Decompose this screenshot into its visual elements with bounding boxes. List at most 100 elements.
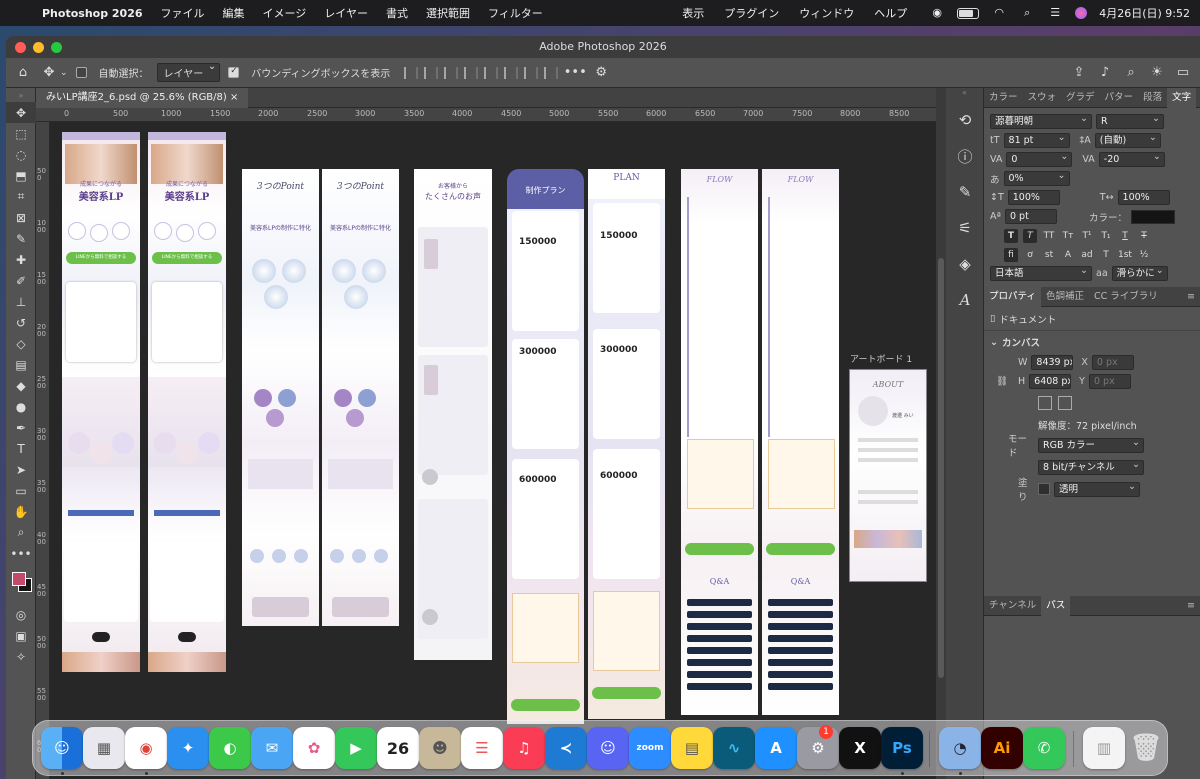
downloads-folder-icon[interactable]: ▥ <box>1083 727 1125 769</box>
eraser-tool[interactable]: ◇ <box>6 333 36 354</box>
healing-brush-tool[interactable]: ✚ <box>6 249 36 270</box>
menu-plugins[interactable]: プラグイン <box>724 5 779 21</box>
contacts-icon[interactable]: ☻ <box>419 727 461 769</box>
brush-settings-icon[interactable]: ✎ <box>946 174 984 210</box>
distribute-h-icon[interactable] <box>464 66 479 79</box>
artboard-name-label[interactable]: アートボード 1 <box>850 352 912 365</box>
illustrator-icon[interactable]: Ai <box>981 727 1023 769</box>
history-brush-tool[interactable]: ↺ <box>6 312 36 333</box>
reminders-icon[interactable]: ☰ <box>461 727 503 769</box>
zoom-window-button[interactable] <box>51 42 62 53</box>
tab-channels[interactable]: チャンネル <box>984 596 1041 616</box>
gradient-tool[interactable]: ▤ <box>6 354 36 375</box>
distribute-v-icon[interactable] <box>544 66 559 79</box>
vscode-icon[interactable]: ≺ <box>545 727 587 769</box>
info-icon[interactable]: ⓘ <box>946 138 984 174</box>
safari-icon[interactable]: ✦ <box>167 727 209 769</box>
artboard-points-1[interactable]: 3つのPoint 美容系LPの制作に特化 <box>242 169 319 626</box>
object-select-tool[interactable]: ⬒ <box>6 165 36 186</box>
canvas-y-field[interactable]: 0 px <box>1088 374 1131 389</box>
vertical-scale-field[interactable]: 100% <box>1007 190 1060 205</box>
tab-adjustments[interactable]: 色調補正 <box>1041 287 1089 307</box>
adjustments-icon[interactable]: ⚟ <box>946 210 984 246</box>
wifi-icon[interactable]: ◠ <box>991 7 1007 19</box>
canvas-height-field[interactable]: 6408 px <box>1029 374 1072 389</box>
fill-swatch[interactable] <box>1038 483 1050 495</box>
hand-tool[interactable]: ✋ <box>6 501 36 522</box>
type-tool[interactable]: T <box>6 438 36 459</box>
underline-button[interactable]: T <box>1118 229 1132 243</box>
notes-icon[interactable]: ▤ <box>671 727 713 769</box>
font-style-dropdown[interactable]: R <box>1096 114 1164 129</box>
tsume-field[interactable]: 0% <box>1003 171 1070 186</box>
artboard-points-2[interactable]: 3つのPoint 美容系LPの制作に特化 <box>322 169 399 626</box>
x-app-icon[interactable]: X <box>839 727 881 769</box>
quick-mask-icon[interactable]: ◎ <box>6 604 36 625</box>
align-hcenter-icon[interactable] <box>424 66 439 79</box>
faux-bold-button[interactable]: T <box>1004 228 1018 243</box>
move-tool-icon[interactable]: ✥ <box>40 64 58 82</box>
close-window-button[interactable] <box>15 42 26 53</box>
align-left-icon[interactable] <box>404 66 419 79</box>
finder-icon[interactable]: ☺ <box>41 727 83 769</box>
photos-icon[interactable]: ✿ <box>293 727 335 769</box>
horizontal-scale-field[interactable]: 100% <box>1117 190 1170 205</box>
app-store-icon[interactable]: A <box>755 727 797 769</box>
battery-icon[interactable] <box>957 7 980 19</box>
menu-edit[interactable]: 編集 <box>223 5 245 21</box>
tab-color[interactable]: カラー <box>984 88 1023 108</box>
align-vcenter-icon[interactable] <box>504 66 519 79</box>
trash-icon[interactable]: 🗑 <box>1125 727 1167 769</box>
crop-tool[interactable]: ⌗ <box>6 186 36 207</box>
fractions-button[interactable]: ½ <box>1137 248 1151 262</box>
move-tool[interactable]: ✥ <box>6 102 36 123</box>
chrome-icon[interactable]: ◉ <box>125 727 167 769</box>
tracking-field[interactable]: -20 <box>1098 152 1165 167</box>
menu-image[interactable]: イメージ <box>263 5 307 21</box>
discretionary-ligatures-button[interactable]: st <box>1042 248 1056 262</box>
superscript-button[interactable]: T¹ <box>1080 229 1094 243</box>
panel-collapse-icon[interactable]: « <box>946 88 983 102</box>
frame-tool[interactable]: ⊠ <box>6 207 36 228</box>
pen-tool[interactable]: ✒ <box>6 417 36 438</box>
artboard-tool[interactable]: ⬚ <box>6 123 36 144</box>
swash-button[interactable]: A <box>1061 248 1075 262</box>
portrait-orientation-icon[interactable] <box>1038 396 1052 410</box>
tab-paragraph[interactable]: 段落 <box>1138 88 1167 108</box>
messages-icon[interactable]: ◐ <box>209 727 251 769</box>
font-family-dropdown[interactable]: 源暮明朝 <box>990 114 1092 129</box>
music-icon[interactable]: ♫ <box>503 727 545 769</box>
finder-quicklook-icon[interactable]: ◔ <box>939 727 981 769</box>
close-tab-icon[interactable]: × <box>230 92 238 103</box>
tab-gradients[interactable]: グラデ <box>1061 88 1100 108</box>
artboard-plans-1[interactable]: 制作プラン 150000 300000 600000 <box>507 169 584 724</box>
auto-select-dropdown[interactable]: レイヤー <box>156 61 221 82</box>
tab-swatches[interactable]: スウォ <box>1023 88 1062 108</box>
workspace-icon[interactable]: ▭ <box>1174 64 1192 82</box>
tab-patterns[interactable]: パター <box>1100 88 1139 108</box>
tool-preset-chevron-icon[interactable]: ⌄ <box>60 68 68 78</box>
color-mode-dropdown[interactable]: RGB カラー <box>1038 437 1144 453</box>
notifications-icon[interactable]: ♪ <box>1096 64 1114 82</box>
artboard-voices[interactable]: たくさんのお声 お客様から <box>414 169 492 660</box>
glyphs-icon[interactable]: A <box>946 282 984 318</box>
landscape-orientation-icon[interactable] <box>1058 396 1072 410</box>
clone-stamp-tool[interactable]: ⊥ <box>6 291 36 312</box>
home-icon[interactable]: ⌂ <box>14 64 32 82</box>
history-icon[interactable]: ⟲ <box>946 102 984 138</box>
menu-view[interactable]: 表示 <box>682 5 704 21</box>
kerning-field[interactable]: 0 <box>1006 152 1073 167</box>
bounding-box-checkbox[interactable] <box>228 66 240 78</box>
faux-italic-button[interactable]: T <box>1023 228 1037 243</box>
zoom-icon[interactable]: zoom <box>629 727 671 769</box>
leading-field[interactable]: (自動) <box>1094 133 1161 148</box>
text-color-swatch[interactable] <box>1131 209 1175 224</box>
gear-icon[interactable]: ⚙ <box>592 64 610 82</box>
ligatures-button[interactable]: fi <box>1004 247 1018 262</box>
line-cta-button[interactable]: LINEから無料で相談する <box>152 252 222 264</box>
scrollbar-thumb[interactable] <box>938 258 944 678</box>
artboard-hero-2[interactable]: 美容系LP 成果につながる LINEから無料で相談する <box>148 132 226 672</box>
generative-icon[interactable]: ✧ <box>6 646 36 667</box>
search-icon[interactable]: ⌕ <box>1019 7 1035 19</box>
canvas-vertical-scrollbar[interactable] <box>936 88 946 779</box>
